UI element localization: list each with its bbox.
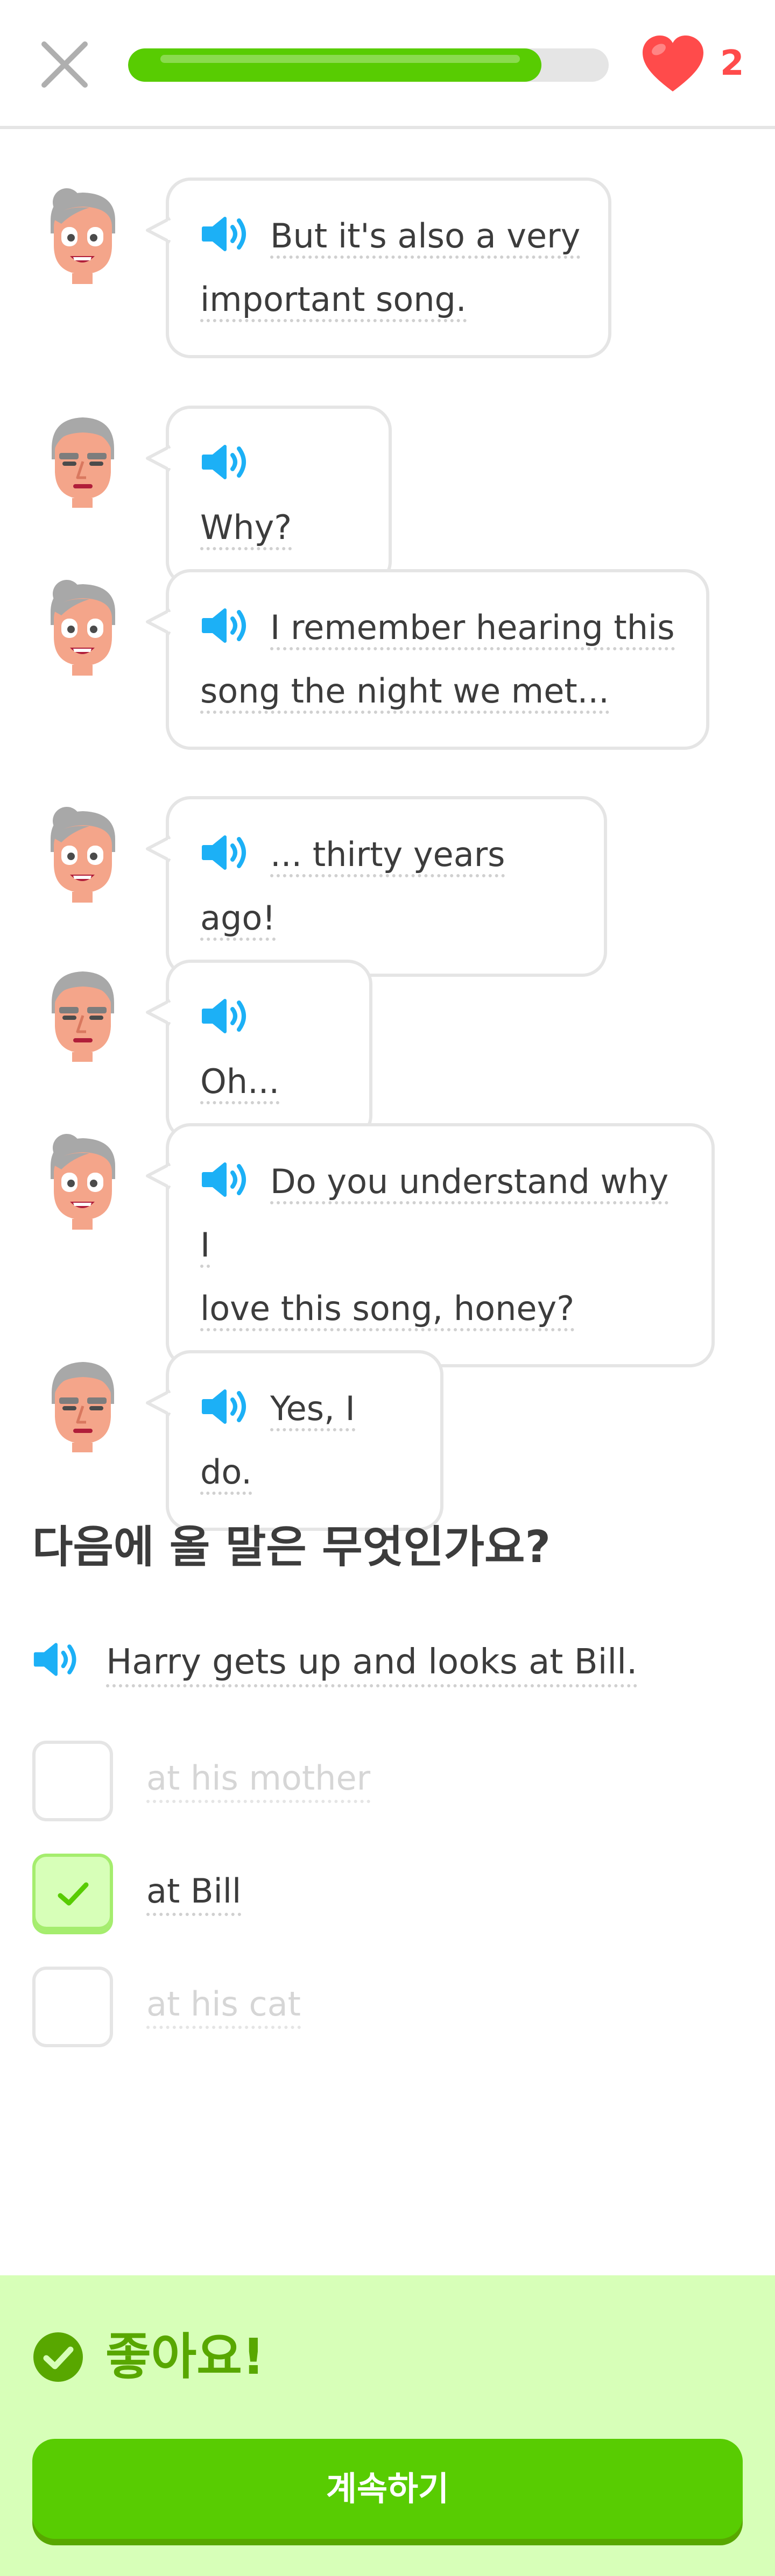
bubble-line-text: song the night we met... [200,671,609,714]
speaker-icon[interactable] [200,1160,252,1200]
bubble-line-text: But it's also a very [270,216,581,259]
bubble-tail [146,999,171,1026]
option-label: at his mother [146,1757,371,1803]
bubble-text: Why? [200,432,362,559]
question-title: 다음에 올 말은 무엇인가요? [32,1522,551,1573]
speaker-icon[interactable] [200,442,252,482]
option-checkbox-selected[interactable] [32,1854,113,1934]
bubble-tail [146,608,171,635]
speech-bubble[interactable]: Yes, I do. [146,1350,443,1531]
bubble-line-text: Oh... [200,1062,280,1104]
bubble-line: Why? [200,432,362,559]
bubble-tail [146,1389,171,1416]
feedback-message: 좋아요! [105,2328,265,2386]
close-icon[interactable] [32,32,97,97]
bubble-line-text: love this song, honey? [200,1289,575,1331]
bubble-line-text: Do you understand why I [200,1162,669,1268]
option-checkbox[interactable] [32,1967,113,2047]
speech-bubble[interactable]: Do you understand why I love this song, h… [146,1123,715,1367]
bubble-tail [146,1162,171,1189]
speaker-icon[interactable] [200,833,252,872]
option-at-his-cat[interactable]: at his cat [32,1967,517,2048]
man-avatar [40,1350,125,1452]
bubble-tail [146,445,171,472]
option-at-bill[interactable]: at Bill [32,1854,517,1935]
option-label: at his cat [146,1983,301,2029]
speech-bubble[interactable]: I remember hearing this song the night we… [146,569,709,750]
question-sentence-row: Harry gets up and looks at Bill. [32,1635,638,1689]
bubble-text: But it's also a very important song. [200,204,581,331]
bubble-line: But it's also a very [200,204,581,268]
bubble-text: Yes, I do. [200,1377,413,1504]
speaker-icon[interactable] [200,606,252,645]
feedback-panel: 좋아요! 계속하기 [0,2275,775,2576]
bubble-tail [146,217,171,244]
speech-bubble[interactable]: Oh... [146,960,372,1140]
speaker-icon[interactable] [200,996,252,1036]
bubble-line-text: I remember hearing this [270,608,675,650]
woman-avatar [40,182,125,284]
bubble-line: Oh... [200,987,342,1113]
bubble-line: song the night we met... [200,659,679,723]
bubble-line: love this song, honey? [200,1277,685,1340]
woman-avatar [40,573,125,676]
bubble-text: Do you understand why I love this song, h… [200,1150,685,1340]
progress-fill [128,48,541,82]
continue-button[interactable]: 계속하기 [32,2439,743,2539]
bubble-line: Yes, I do. [200,1377,413,1504]
option-at-his-mother[interactable]: at his mother [32,1741,517,1822]
check-circle-icon [33,2332,83,2382]
bubble-text: I remember hearing this song the night we… [200,596,679,723]
speaker-icon[interactable] [200,214,252,254]
bubble-line: important song. [200,268,581,331]
lesson-header: 2 [0,0,775,129]
bubble-line: ... thirty years ago! [200,823,577,950]
checkmark-icon [58,1882,89,1906]
bubble-line: Do you understand why I [200,1150,685,1277]
option-checkbox[interactable] [32,1741,113,1821]
heart-icon [643,36,703,91]
speech-bubble[interactable]: Why? [146,406,392,586]
progress-shine [160,55,520,63]
bubble-line: I remember hearing this [200,596,679,659]
man-avatar [40,406,125,508]
bubble-line-text: Why? [200,508,292,550]
speaker-icon[interactable] [200,1387,252,1427]
speech-bubble[interactable]: But it's also a very important song. [146,178,611,358]
progress-bar [128,48,609,82]
speaker-icon[interactable] [32,1640,82,1679]
man-avatar [40,960,125,1062]
bubble-text: Oh... [200,987,342,1113]
woman-avatar [40,800,125,903]
woman-avatar [40,1127,125,1230]
question-sentence: Harry gets up and looks at Bill. [106,1642,638,1687]
bubble-line-text: important song. [200,280,467,322]
speech-bubble[interactable]: ... thirty years ago! [146,796,607,977]
bubble-tail [146,835,171,862]
option-label: at Bill [146,1870,242,1916]
bubble-text: ... thirty years ago! [200,823,577,950]
hearts-count: 2 [720,44,744,83]
